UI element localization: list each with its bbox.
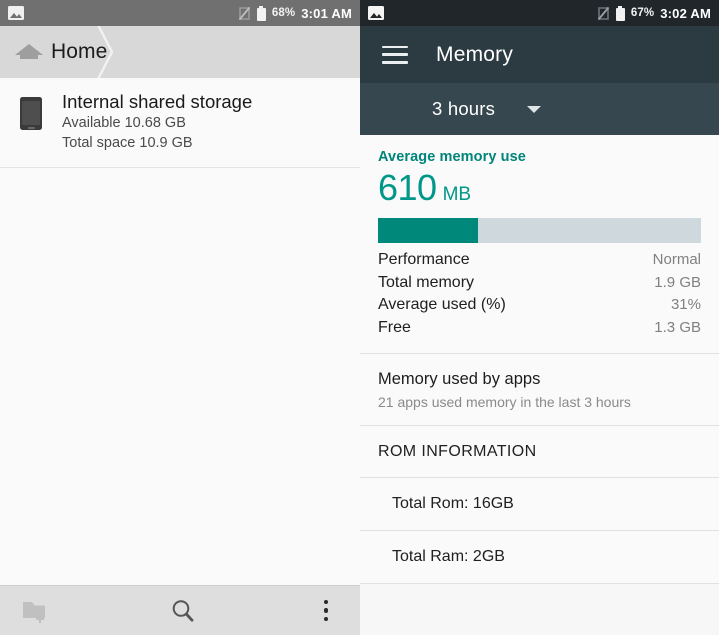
storage-list-item[interactable]: Internal shared storage Available 10.68 … xyxy=(0,78,360,168)
storage-item-available: Available 10.68 GB xyxy=(62,115,186,131)
memory-usage-bar-track xyxy=(378,218,701,243)
breadcrumb: Home xyxy=(0,26,360,78)
rom-info-label: Total Ram: 2GB xyxy=(392,548,505,565)
rom-info-label: Total Rom: 16GB xyxy=(392,495,514,512)
bottom-toolbar xyxy=(0,585,360,635)
chevron-right-icon xyxy=(95,26,119,78)
search-icon[interactable] xyxy=(169,597,197,625)
memory-stat-key: Free xyxy=(378,318,411,336)
storage-item-texts: Internal shared storage Available 10.68 … xyxy=(62,90,360,153)
memory-used-by-apps-title: Memory used by apps xyxy=(378,370,541,388)
status-bar-right-group: 67% 3:02 AM xyxy=(597,5,711,21)
average-memory-card: Average memory use 610 MB Performance Nor… xyxy=(360,135,719,353)
rom-information-header: ROM INFORMATION xyxy=(360,426,719,477)
rom-information-header-label: ROM INFORMATION xyxy=(378,443,537,460)
time-range-value: 3 hours xyxy=(432,98,496,119)
memory-stat-row: Free 1.3 GB xyxy=(378,319,701,342)
battery-percent-label: 67% xyxy=(630,7,655,19)
app-bar: Memory xyxy=(360,26,719,83)
rom-info-row[interactable]: Total Ram: 2GB xyxy=(360,531,719,583)
chevron-down-icon xyxy=(527,105,542,113)
memory-stat-value: Normal xyxy=(652,251,701,268)
average-memory-label: Average memory use xyxy=(378,149,526,165)
time-range-selector[interactable]: 3 hours xyxy=(360,83,719,135)
memory-stat-value: 1.3 GB xyxy=(654,318,701,336)
clock-label: 3:02 AM xyxy=(660,5,711,21)
memory-used-by-apps-subtitle: 21 apps used memory in the last 3 hours xyxy=(378,394,631,410)
clock-label: 3:01 AM xyxy=(301,5,352,21)
image-notification-icon xyxy=(8,6,24,20)
memory-stat-key: Average used (%) xyxy=(378,296,506,313)
dual-screenshot-container: 68% 3:01 AM Home Internal shared storage… xyxy=(0,0,719,635)
home-icon[interactable] xyxy=(14,37,44,67)
new-folder-icon[interactable] xyxy=(22,598,52,624)
memory-stat-value: 1.9 GB xyxy=(654,273,701,291)
overflow-menu-icon[interactable] xyxy=(314,598,338,624)
file-list-empty-area xyxy=(0,168,360,585)
memory-stats-list: Performance Normal Total memory 1.9 GB Avera… xyxy=(378,251,701,341)
bottom-empty-area xyxy=(360,584,719,635)
no-sim-icon xyxy=(238,6,251,21)
status-bar-left: 68% 3:01 AM xyxy=(0,0,360,26)
file-manager-screen: 68% 3:01 AM Home Internal shared storage… xyxy=(0,0,360,635)
memory-stat-row: Average used (%) 31% xyxy=(378,296,701,319)
memory-stat-value: 31% xyxy=(670,296,701,313)
memory-settings-screen: 67% 3:02 AM Memory 3 hours Average memor… xyxy=(360,0,719,635)
average-memory-unit: MB xyxy=(442,184,472,205)
memory-stat-row: Performance Normal xyxy=(378,251,701,274)
status-bar-right: 67% 3:02 AM xyxy=(360,0,719,26)
storage-item-title: Internal shared storage xyxy=(62,91,253,112)
average-memory-value: 610 xyxy=(378,167,437,208)
battery-icon xyxy=(256,5,266,21)
status-bar-right-group: 68% 3:01 AM xyxy=(238,5,352,21)
memory-stat-key: Total memory xyxy=(378,273,475,291)
memory-usage-bar-fill xyxy=(378,218,479,243)
no-sim-icon xyxy=(597,6,610,21)
rom-info-row[interactable]: Total Rom: 16GB xyxy=(360,478,719,530)
phone-storage-icon xyxy=(0,90,62,130)
page-title: Memory xyxy=(436,42,514,66)
average-memory-value-row: 610 MB xyxy=(378,167,701,209)
memory-used-by-apps-row[interactable]: Memory used by apps 21 apps used memory … xyxy=(360,354,719,425)
storage-item-total: Total space 10.9 GB xyxy=(62,134,193,151)
memory-stat-key: Performance xyxy=(378,251,470,268)
rom-rows-container: Total Rom: 16GB Total Ram: 2GB xyxy=(360,478,719,584)
hamburger-menu-icon[interactable] xyxy=(382,45,408,64)
battery-icon xyxy=(615,5,625,21)
image-notification-icon xyxy=(368,6,384,20)
memory-stat-row: Total memory 1.9 GB xyxy=(378,274,701,297)
battery-percent-label: 68% xyxy=(271,7,296,19)
